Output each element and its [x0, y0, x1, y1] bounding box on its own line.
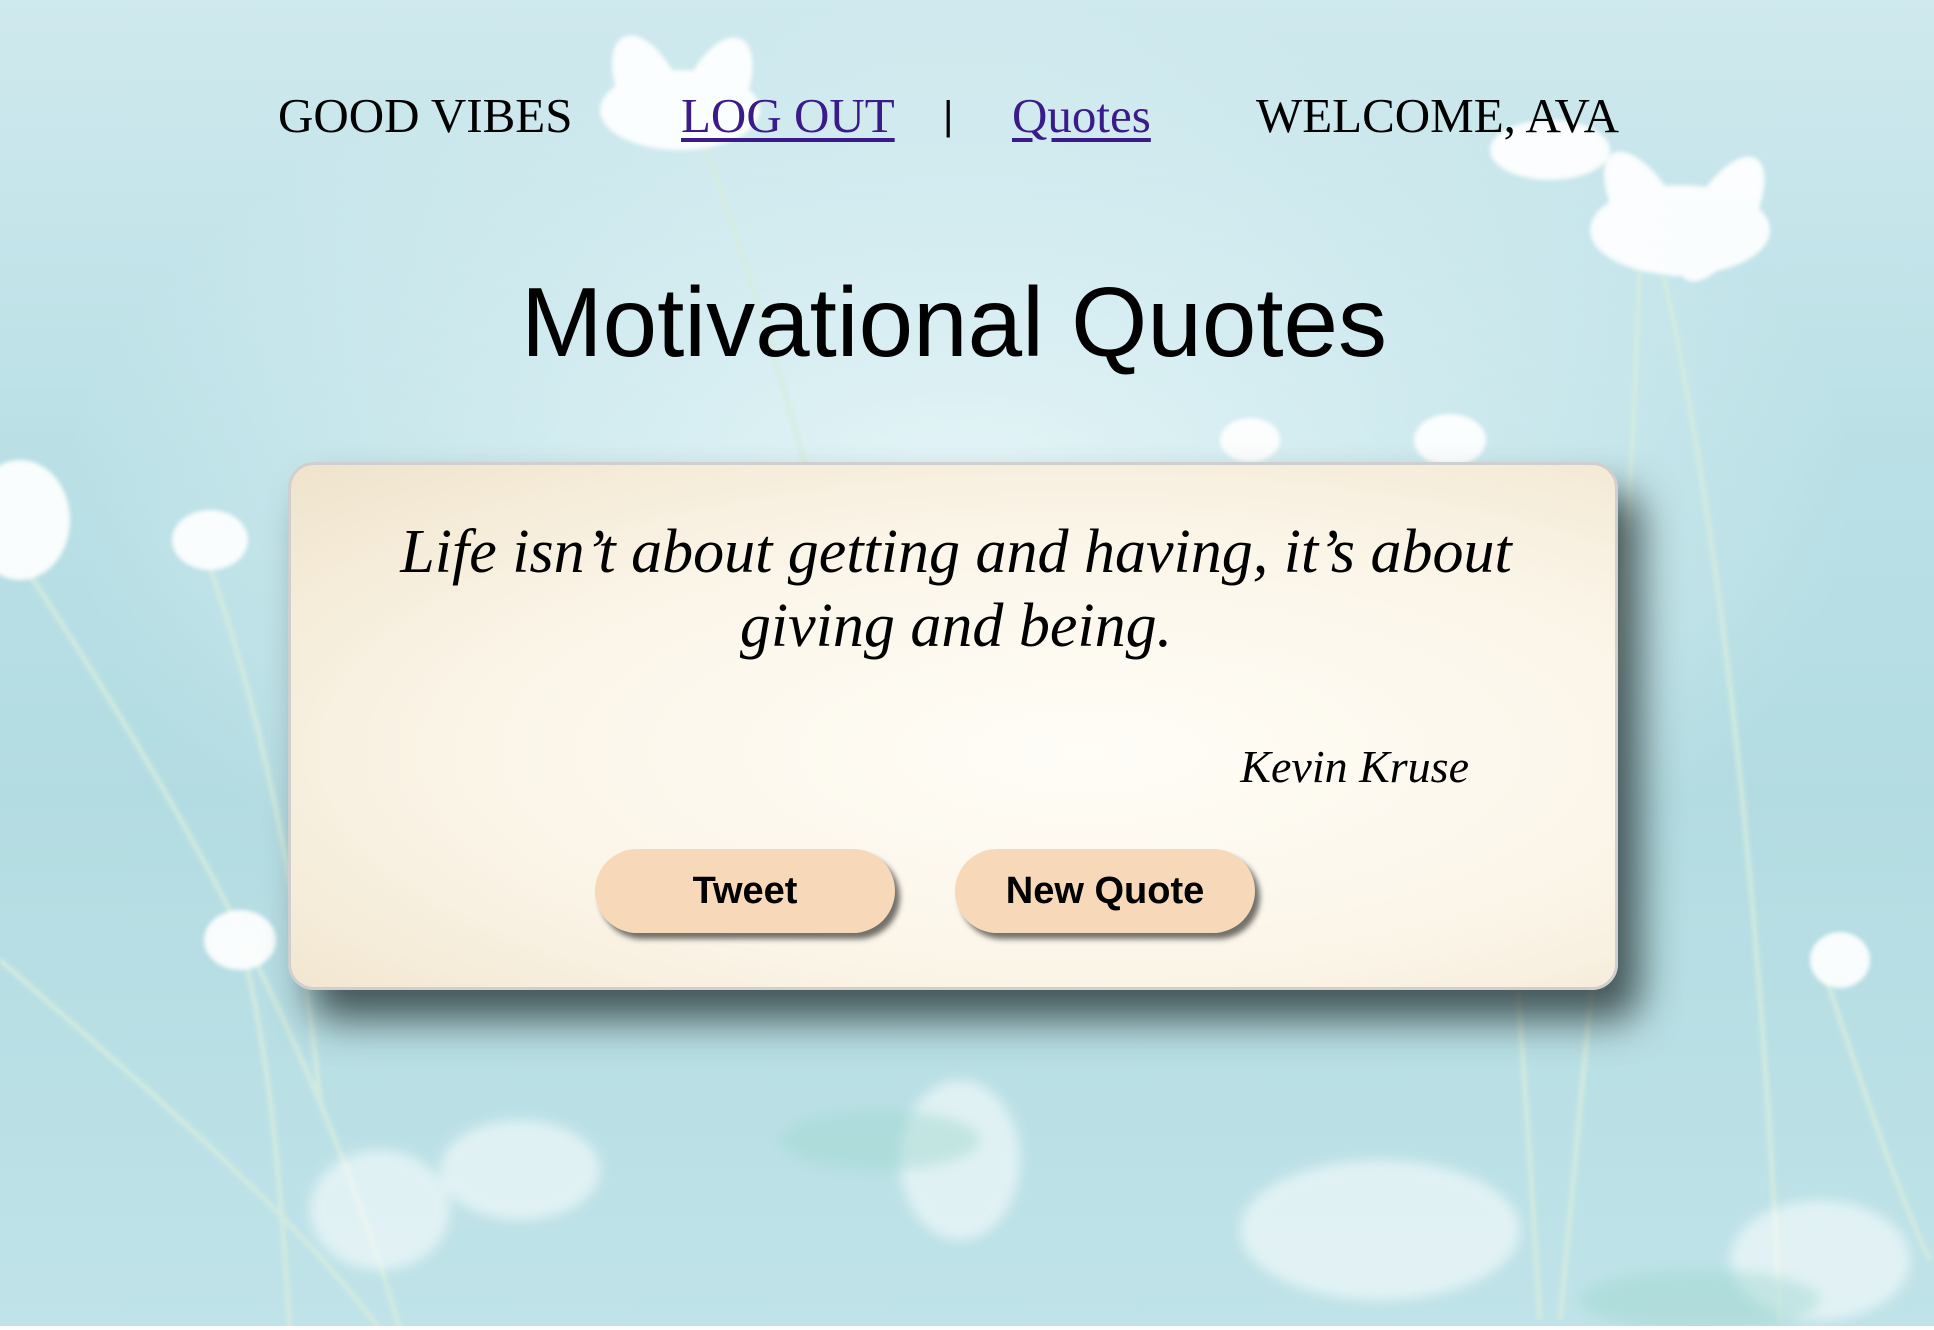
quote-author: Kevin Kruse — [1240, 741, 1469, 792]
quotes-link[interactable]: Quotes — [1012, 88, 1151, 144]
page-title: Motivational Quotes — [520, 267, 1388, 377]
nav-separator: | — [943, 94, 954, 138]
welcome-message: WELCOME, AVA — [1256, 88, 1620, 143]
tweet-button[interactable]: Tweet — [595, 849, 895, 933]
quote-card: Life isn’t about getting and having, it’… — [288, 462, 1618, 990]
logout-link[interactable]: LOG OUT — [681, 88, 895, 144]
brand-name: GOOD VIBES — [278, 88, 573, 143]
new-quote-button[interactable]: New Quote — [955, 849, 1255, 933]
quote-text: Life isn’t about getting and having, it’… — [400, 518, 1512, 660]
top-nav: GOOD VIBES LOG OUT | Quotes WELCOME, AVA — [0, 88, 1934, 144]
bottom-edge — [0, 1326, 1934, 1330]
